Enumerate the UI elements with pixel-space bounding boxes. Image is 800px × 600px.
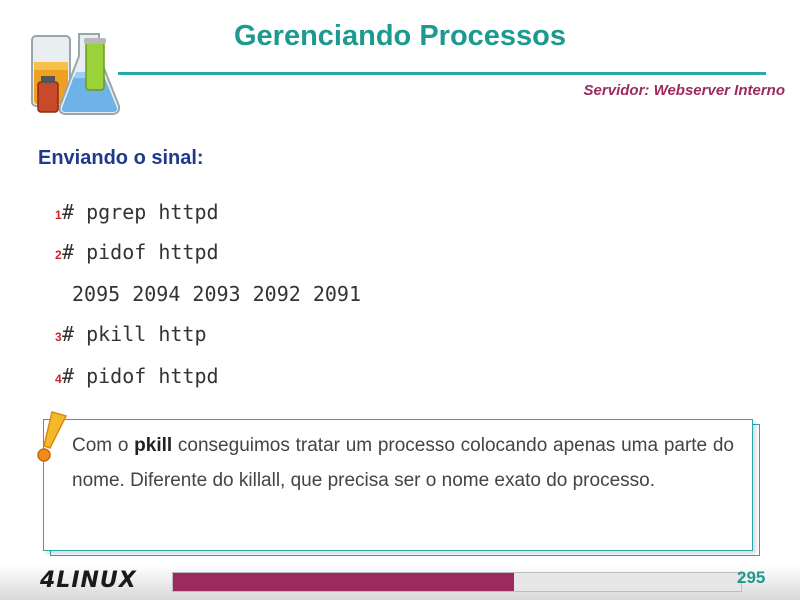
command-text: # pgrep httpd: [62, 200, 219, 224]
command-text: # pidof httpd: [62, 364, 219, 388]
progress-bar: [172, 572, 742, 592]
command-output: 2095 2094 2093 2092 2091: [72, 282, 361, 306]
line-number: 3: [55, 330, 62, 344]
line-number: 1: [55, 208, 62, 222]
footer-logo: 4LINUX: [40, 568, 137, 593]
exclamation-icon: [37, 411, 68, 462]
note-text-part: Com o: [72, 435, 135, 456]
page-number: 295: [737, 568, 766, 587]
note-text-part: conseguimos tratar um processo colocando…: [72, 435, 734, 491]
line-number: 4: [55, 372, 62, 386]
page-title: Gerenciando Processos: [233, 20, 567, 52]
command-line: 2# pidof httpd: [55, 240, 219, 264]
page-subtitle: Servidor: Webserver Interno: [583, 82, 785, 99]
title-divider: [118, 72, 766, 75]
section-heading: Enviando o sinal:: [38, 147, 204, 169]
command-line: 3# pkill http: [55, 322, 207, 346]
note-box: Com o pkill conseguimos tratar um proces…: [43, 419, 753, 551]
line-number: 2: [55, 248, 62, 262]
progress-fill: [173, 573, 514, 591]
note-keyword: pkill: [134, 435, 173, 456]
command-text: # pkill http: [62, 322, 207, 346]
command-text: # pidof httpd: [62, 240, 219, 264]
command-line: 1# pgrep httpd: [55, 200, 219, 224]
command-line: 4# pidof httpd: [55, 364, 219, 388]
note-text: Com o pkill conseguimos tratar um proces…: [72, 428, 734, 498]
